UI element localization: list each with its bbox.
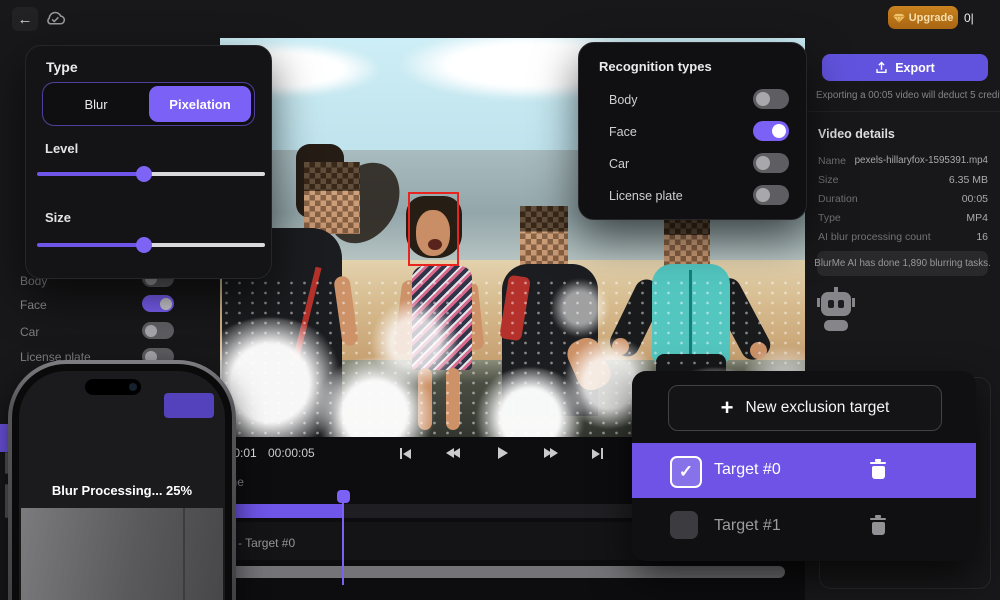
level-slider-knob[interactable] — [136, 166, 152, 182]
export-icon — [875, 61, 888, 74]
splash — [370, 298, 460, 388]
tasks-chip-label: BlurMe AI has done 1,890 blurring tasks. — [814, 258, 990, 269]
horizontal-scrollbar[interactable] — [222, 566, 785, 578]
export-label: Export — [895, 61, 935, 75]
exclusion-targets-panel: + New exclusion target ✓ Target #0 Targe… — [632, 371, 976, 561]
face-toggle[interactable] — [753, 121, 789, 141]
person1-pixelated-face — [304, 162, 360, 234]
sidebar-item-face-label: Face — [20, 298, 47, 312]
detail-label: Name — [818, 155, 846, 167]
phone-screen: Blur Processing... 25% — [19, 371, 225, 600]
tasks-chip: BlurMe AI has done 1,890 blurring tasks. — [817, 251, 988, 276]
gem-icon — [893, 13, 905, 23]
divider — [805, 111, 1000, 112]
detail-value: 6.35 MB — [949, 174, 988, 186]
new-exclusion-target-label: New exclusion target — [745, 399, 889, 417]
detail-label: Size — [818, 174, 838, 186]
phone-bezel: Blur Processing... 25% — [12, 364, 232, 600]
camera-lens — [129, 383, 137, 391]
car-label: Car — [609, 157, 629, 171]
detail-label: AI blur processing count — [818, 231, 931, 243]
detail-label: Type — [818, 212, 841, 224]
back-arrow-icon: ← — [18, 11, 33, 28]
timeline-track-fill — [222, 504, 343, 518]
upgrade-button[interactable]: Upgrade — [888, 6, 958, 29]
sidebar-face-toggle[interactable] — [142, 295, 174, 312]
phone-mockup: Blur Processing... 25% — [8, 360, 236, 600]
type-panel: Type Blur Pixelation Level Size — [25, 45, 272, 279]
sidebar-car-toggle[interactable] — [142, 322, 174, 339]
sidebar-item-car-label: Car — [20, 325, 39, 339]
new-exclusion-target-button[interactable]: + New exclusion target — [668, 385, 942, 431]
credits-counter: 0| — [964, 11, 974, 25]
upgrade-label: Upgrade — [909, 12, 954, 24]
license-plate-label: License plate — [609, 189, 683, 203]
detail-value: 16 — [976, 231, 988, 243]
target-0-label: Target #0 — [714, 461, 781, 479]
exclusion-target-box[interactable] — [408, 192, 459, 266]
phone-video-placeholder — [21, 508, 223, 600]
level-label: Level — [45, 141, 78, 156]
phone-video-seam — [183, 508, 185, 600]
total-duration: 00:00:05 — [268, 446, 315, 460]
skip-end-button[interactable] — [592, 448, 603, 459]
app-window: ← Upgrade 0| Body Face Car License plate — [0, 0, 1000, 600]
target-1-label: Target #1 — [714, 517, 781, 535]
detail-value: 00:05 — [962, 193, 988, 205]
check-icon: ✓ — [679, 462, 693, 482]
target-row-0[interactable]: ✓ Target #0 — [632, 443, 976, 498]
pixelation-option[interactable]: Pixelation — [149, 86, 251, 122]
dynamic-island — [85, 379, 141, 395]
skip-start-button[interactable] — [400, 448, 411, 459]
car-toggle[interactable] — [753, 153, 789, 173]
rewind-button[interactable] — [446, 448, 460, 458]
recognition-panel-title: Recognition types — [599, 59, 712, 74]
blur-option[interactable]: Blur — [43, 83, 149, 125]
target-1-delete-button[interactable] — [870, 515, 886, 535]
target-row-1[interactable]: Target #1 — [632, 498, 976, 554]
export-button[interactable]: Export — [822, 54, 988, 81]
playhead-line — [342, 499, 344, 585]
target-1-checkbox[interactable] — [670, 511, 698, 539]
blur-type-segmented-control: Blur Pixelation — [42, 82, 255, 126]
detail-value: pexels-hillaryfox-1595391.mp4 — [855, 155, 988, 166]
plus-icon: + — [721, 397, 734, 419]
body-toggle[interactable] — [753, 89, 789, 109]
cloud-sync-icon[interactable] — [44, 9, 67, 27]
license-plate-toggle[interactable] — [753, 185, 789, 205]
phone-processing-status: Blur Processing... 25% — [19, 483, 225, 498]
detail-label: Duration — [818, 193, 858, 205]
detail-value: MP4 — [966, 212, 988, 224]
target-track-label: - Target #0 — [238, 536, 295, 550]
body-label: Body — [609, 93, 638, 107]
size-slider[interactable] — [37, 237, 265, 253]
export-note: Exporting a 00:05 video will deduct 5 cr… — [816, 90, 1000, 101]
play-button[interactable] — [498, 447, 508, 459]
person3-pixelated-face — [520, 206, 568, 270]
phone-ui-purple-block — [164, 393, 214, 418]
target-0-delete-button[interactable] — [870, 459, 886, 479]
size-label: Size — [45, 210, 71, 225]
target-0-checkbox[interactable]: ✓ — [670, 456, 702, 488]
splash — [550, 278, 610, 338]
size-slider-knob[interactable] — [136, 237, 152, 253]
level-slider[interactable] — [37, 166, 265, 182]
type-panel-title: Type — [46, 59, 78, 75]
face-label: Face — [609, 125, 637, 139]
video-details-title: Video details — [818, 127, 895, 141]
person4-pixelated-face — [664, 212, 710, 270]
back-button[interactable]: ← — [12, 7, 38, 31]
robot-icon — [819, 287, 853, 333]
fast-forward-button[interactable] — [544, 448, 558, 458]
recognition-panel: Recognition types Body Face Car License … — [578, 42, 807, 220]
